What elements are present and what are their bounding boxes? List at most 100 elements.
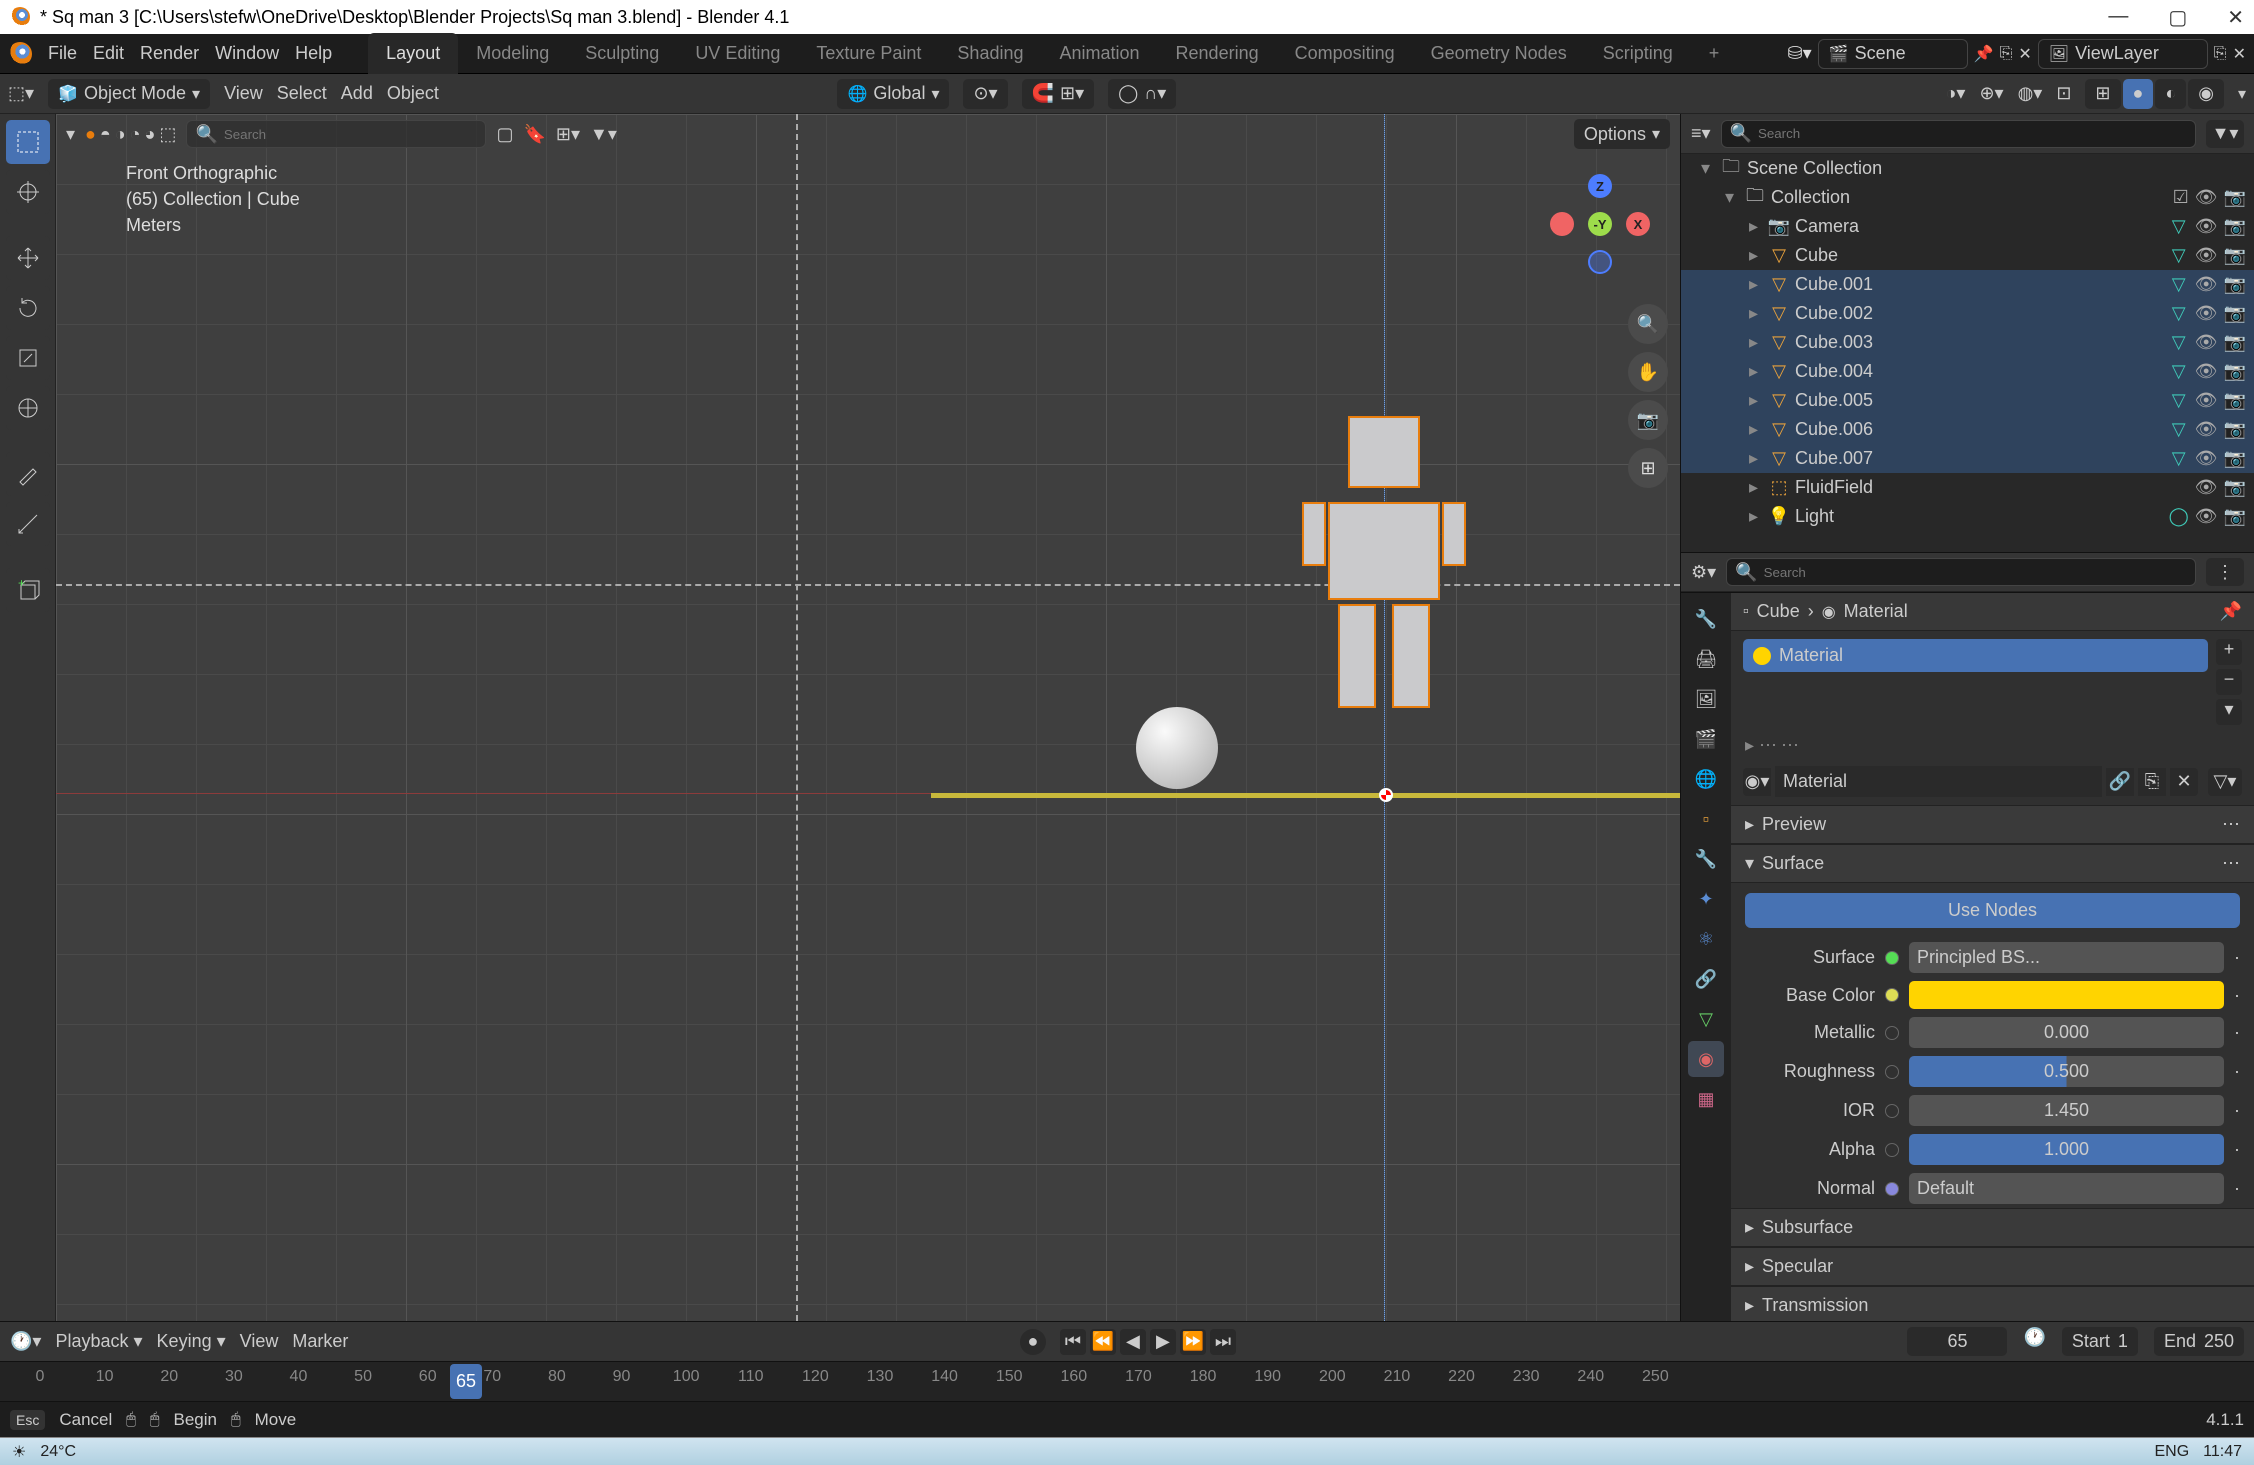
tool-add-cube[interactable]: + <box>6 568 50 612</box>
play-button[interactable]: ▶ <box>1150 1329 1176 1355</box>
timeline-keying[interactable]: Keying ▾ <box>157 1331 226 1352</box>
tab-scene[interactable]: 🎬 <box>1688 721 1724 757</box>
timeline-marker[interactable]: Marker <box>292 1331 348 1352</box>
keyframe-prev-button[interactable]: ⏪ <box>1090 1329 1116 1355</box>
link-material-icon[interactable]: 🔗 <box>2106 768 2134 796</box>
minimize-button[interactable]: — <box>2108 5 2128 30</box>
vmode3-icon[interactable]: ◔ <box>130 124 141 145</box>
weather-icon[interactable]: ☀ <box>12 1442 26 1462</box>
outliner-filter[interactable]: ▼▾ <box>2206 120 2244 148</box>
tool-rotate[interactable] <box>6 286 50 330</box>
color-socket-icon[interactable] <box>1885 988 1899 1002</box>
prop-roughness-value[interactable]: 0.500 <box>1909 1056 2224 1087</box>
orbit-icon[interactable]: ● <box>85 124 96 145</box>
tab-world[interactable]: 🌐 <box>1688 761 1724 797</box>
delete-viewlayer-icon[interactable]: ✕ <box>2233 44 2246 64</box>
timeline-view[interactable]: View <box>240 1331 279 1352</box>
language-indicator[interactable]: ENG <box>2154 1443 2189 1461</box>
menu-help[interactable]: Help <box>295 43 332 64</box>
new-viewlayer-icon[interactable]: ⎘ <box>2214 45 2227 63</box>
timeline-ruler[interactable]: 0102030405060708090100110120130140150160… <box>0 1361 2254 1401</box>
tab-particles[interactable]: ✦ <box>1688 881 1724 917</box>
properties-search[interactable] <box>1764 565 2187 580</box>
browse-material-icon[interactable]: ◉▾ <box>1743 768 1771 796</box>
tab-rendering[interactable]: Rendering <box>1158 33 1277 74</box>
tab-object[interactable]: ▫ <box>1688 801 1724 837</box>
tool-scale[interactable] <box>6 336 50 380</box>
value-socket-icon[interactable] <box>1885 1026 1899 1040</box>
tool-transform[interactable] <box>6 386 50 430</box>
zoom-icon[interactable]: 🔍 <box>1628 304 1668 344</box>
prop-metallic-value[interactable]: 0.000 <box>1909 1017 2224 1048</box>
end-frame-field[interactable]: End250 <box>2154 1327 2244 1356</box>
panel-subsurface[interactable]: ▸Subsurface <box>1731 1208 2254 1247</box>
filter-icon[interactable]: ▼▾ <box>590 124 617 145</box>
tab-modeling[interactable]: Modeling <box>458 33 567 74</box>
proportional-edit[interactable]: ◯∩▾ <box>1108 79 1176 109</box>
keyframe-next-button[interactable]: ⏩ <box>1180 1329 1206 1355</box>
header-view[interactable]: View <box>224 83 263 104</box>
prop-normal-value[interactable]: Default <box>1909 1173 2224 1204</box>
maximize-button[interactable]: ▢ <box>2168 5 2187 30</box>
menu-edit[interactable]: Edit <box>93 43 124 64</box>
snap-toggle[interactable]: 🧲⊞▾ <box>1022 79 1095 109</box>
panel-specular[interactable]: ▸Specular <box>1731 1247 2254 1286</box>
material-slots[interactable]: Material + − ▾ <box>1743 639 2242 725</box>
tab-render[interactable]: 🔧 <box>1688 601 1724 637</box>
slot-add[interactable]: + <box>2216 639 2242 665</box>
outliner-item-light[interactable]: ▸💡Light◯👁📷 <box>1681 502 2254 531</box>
tab-physics[interactable]: ⚛ <box>1688 921 1724 957</box>
pan-icon[interactable]: ✋ <box>1628 352 1668 392</box>
playhead[interactable]: 65 <box>450 1364 482 1399</box>
panel-preview[interactable]: ▸Preview⋯ <box>1731 805 2254 844</box>
viewport-3d[interactable]: ▾ ● ◓ ◑ ◔ ◕ ⬚ 🔍 ▢ 🔖 ⊞▾ ▼▾ Options▾ Front… <box>56 114 1680 1321</box>
gizmo-neg-x[interactable] <box>1550 212 1574 236</box>
unlink-material-icon[interactable]: ✕ <box>2170 768 2198 796</box>
header-object[interactable]: Object <box>387 83 439 104</box>
tool-cursor[interactable] <box>6 170 50 214</box>
tab-constraints[interactable]: 🔗 <box>1688 961 1724 997</box>
tab-texture[interactable]: ▦ <box>1688 1081 1724 1117</box>
outliner-item-cube002[interactable]: ▸▽Cube.002▽👁📷 <box>1681 299 2254 328</box>
tab-texture-paint[interactable]: Texture Paint <box>798 33 939 74</box>
gizmo-x[interactable]: X <box>1626 212 1650 236</box>
orientation-dropdown[interactable]: 🌐 Global ▾ <box>837 79 949 109</box>
material-slot-0[interactable]: Material <box>1743 639 2208 672</box>
vmode4-icon[interactable]: ◕ <box>145 124 156 145</box>
slot-remove[interactable]: − <box>2216 669 2242 695</box>
outliner-item-camera[interactable]: ▸📷Camera▽👁📷 <box>1681 212 2254 241</box>
tab-layout[interactable]: Layout <box>368 33 458 74</box>
solid-shading[interactable]: ● <box>2123 79 2154 109</box>
vector-socket-icon[interactable] <box>1885 1182 1899 1196</box>
gizmo-z[interactable]: Z <box>1588 174 1612 198</box>
outliner-item-cube[interactable]: ▸▽Cube▽👁📷 <box>1681 241 2254 270</box>
tab-output[interactable]: 🖨 <box>1688 641 1724 677</box>
tab-geometry-nodes[interactable]: Geometry Nodes <box>1413 33 1585 74</box>
tab-material[interactable]: ◉ <box>1688 1041 1724 1077</box>
tab-modifiers[interactable]: 🔧 <box>1688 841 1724 877</box>
panel-surface[interactable]: ▾Surface⋯ <box>1731 844 2254 883</box>
clock[interactable]: 11:47 <box>2203 1443 2242 1461</box>
blender-icon[interactable] <box>8 42 32 66</box>
vmode5-icon[interactable]: ⬚ <box>159 124 176 145</box>
props-type-icon[interactable]: ⚙▾ <box>1691 562 1716 583</box>
camera-view-icon[interactable]: 📷 <box>1628 400 1668 440</box>
view-dropdown-icon[interactable]: ▾ <box>66 124 75 145</box>
navigation-gizmo[interactable]: Z -Y X <box>1550 174 1650 274</box>
outliner-type-icon[interactable]: ≡▾ <box>1691 123 1711 144</box>
view-camera-icon[interactable]: ⊞▾ <box>556 124 580 145</box>
value-socket-icon[interactable] <box>1885 1065 1899 1079</box>
current-frame-field[interactable]: 65 <box>1907 1327 2007 1356</box>
vmode2-icon[interactable]: ◑ <box>115 124 126 145</box>
viewport-search[interactable] <box>224 127 478 142</box>
outliner-item-cube006[interactable]: ▸▽Cube.006▽👁📷 <box>1681 415 2254 444</box>
tab-shading[interactable]: Shading <box>939 33 1041 74</box>
perspective-icon[interactable]: ⊞ <box>1628 448 1668 488</box>
overlay-icon[interactable]: ◍▾ <box>2018 83 2043 104</box>
close-button[interactable]: ✕ <box>2227 5 2244 30</box>
tab-data[interactable]: ▽ <box>1688 1001 1724 1037</box>
wireframe-shading[interactable]: ⊞ <box>2085 79 2120 109</box>
mode-dropdown[interactable]: 🧊 Object Mode ▾ <box>48 79 210 109</box>
clock-icon[interactable]: 🕐 <box>2023 1327 2045 1356</box>
properties-options[interactable]: ⋮ <box>2206 558 2244 586</box>
